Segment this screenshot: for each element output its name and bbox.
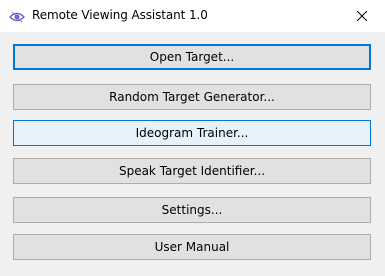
close-icon [357,11,367,21]
title-bar[interactable]: Remote Viewing Assistant 1.0 [0,0,385,32]
eye-icon [9,9,25,23]
random-target-generator-button[interactable]: Random Target Generator... [13,84,371,110]
main-window: Remote Viewing Assistant 1.0 Open Target… [0,0,385,276]
speak-target-identifier-button[interactable]: Speak Target Identifier... [13,158,371,184]
settings-button[interactable]: Settings... [13,197,371,223]
ideogram-trainer-button[interactable]: Ideogram Trainer... [13,120,371,146]
open-target-button[interactable]: Open Target... [13,44,371,70]
window-title: Remote Viewing Assistant 1.0 [32,8,208,22]
close-button[interactable] [339,0,385,32]
user-manual-button[interactable]: User Manual [13,234,371,260]
